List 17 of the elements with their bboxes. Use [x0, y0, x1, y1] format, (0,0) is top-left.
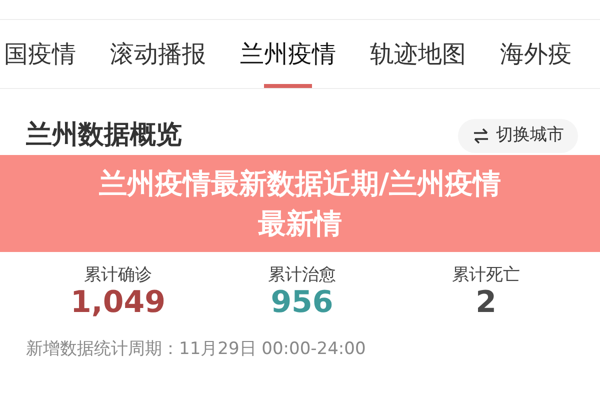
banner-title: 兰州疫情最新数据近期/兰州疫情 — [98, 166, 502, 202]
switch-city-button[interactable]: 切换城市 — [458, 119, 578, 152]
swap-icon — [472, 128, 490, 144]
stat-label: 累计死亡 — [451, 264, 521, 285]
banner-title: 最新情 — [258, 206, 342, 242]
stat-value: 956 — [270, 284, 334, 320]
tab[interactable]: 滚动播报 — [110, 20, 206, 88]
tab[interactable]: 轨迹地图 — [370, 20, 466, 88]
tab[interactable]: 国疫情 — [4, 20, 76, 88]
stat-label: 累计治愈 — [267, 264, 337, 285]
tab[interactable]: 兰州疫情 — [240, 20, 336, 88]
card-title: 兰州数据概览 — [26, 121, 182, 150]
stat-value: 2 — [476, 284, 496, 320]
stat-value: 1,049 — [70, 284, 166, 320]
stats-period: 新增数据统计周期：11月29日 00:00-24:00 — [26, 338, 367, 361]
tab[interactable]: 海外疫 — [500, 20, 572, 88]
stat-label: 累计确诊 — [83, 264, 153, 285]
